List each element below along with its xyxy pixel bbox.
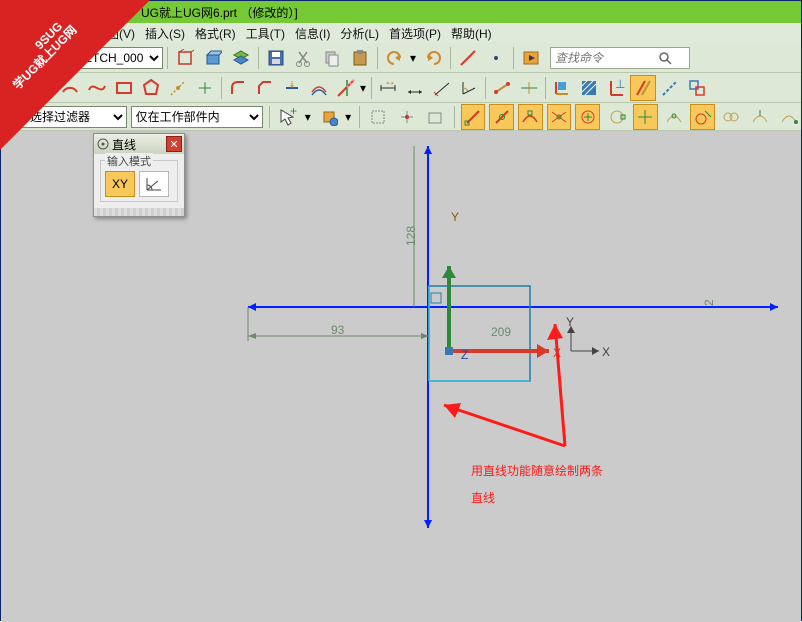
dim-rapid-icon[interactable]: ↔ — [375, 75, 401, 101]
point-tool-icon[interactable] — [192, 75, 218, 101]
fillet-icon[interactable] — [225, 75, 251, 101]
snap-quad-icon[interactable] — [604, 104, 629, 130]
constr-collinear-icon[interactable] — [489, 75, 515, 101]
arc2-icon[interactable] — [57, 75, 83, 101]
svg-text:↔: ↔ — [384, 78, 396, 88]
svg-text:128: 128 — [404, 226, 418, 246]
conv-ref-icon[interactable] — [657, 75, 683, 101]
snap-center-icon[interactable] — [575, 104, 600, 130]
snap-a-icon[interactable] — [423, 104, 448, 130]
paste-icon[interactable] — [347, 45, 373, 71]
save-icon[interactable] — [263, 45, 289, 71]
toolbar-row-1: SKETCH_000 ▾ — [1, 43, 801, 73]
spline-icon[interactable] — [84, 75, 110, 101]
snap-box-icon[interactable] — [366, 104, 391, 130]
line-red-icon[interactable] — [455, 45, 481, 71]
snap-oncrv-icon[interactable] — [662, 104, 687, 130]
snap-tan-icon[interactable] — [690, 104, 715, 130]
cube-icon[interactable] — [172, 45, 198, 71]
chamfer-icon[interactable] — [252, 75, 278, 101]
window-title: UG就上UG网6.prt （修改的）] — [141, 4, 298, 21]
svg-text:X: X — [602, 345, 610, 359]
svg-text:Y: Y — [566, 315, 574, 329]
search-icon[interactable] — [655, 48, 675, 68]
svg-text:Y: Y — [451, 210, 459, 224]
polygon-icon[interactable] — [138, 75, 164, 101]
rect-icon[interactable] — [111, 75, 137, 101]
dot-icon[interactable] — [483, 45, 509, 71]
snap-ctrl-icon[interactable] — [518, 104, 543, 130]
project-icon[interactable] — [279, 75, 305, 101]
menu-analyze[interactable]: 分析(L) — [336, 24, 383, 43]
menu-bar: 视图(V) 插入(S) 格式(R) 工具(T) 信息(I) 分析(L) 首选项(… — [1, 23, 801, 43]
trim-icon[interactable] — [333, 75, 359, 101]
undo-icon[interactable] — [382, 45, 408, 71]
menu-insert[interactable]: 插入(S) — [141, 24, 189, 43]
constr-mid-icon[interactable] — [516, 75, 542, 101]
perp-icon[interactable]: ⊥ — [603, 75, 629, 101]
svg-text:93: 93 — [331, 323, 345, 337]
snap-pole-icon[interactable] — [776, 104, 801, 130]
snap-exist-icon[interactable] — [633, 104, 658, 130]
drawing-canvas[interactable]: 直线 ✕ 输入模式 XY — [1, 131, 801, 622]
dim-align-icon[interactable] — [429, 75, 455, 101]
offset-icon[interactable] — [306, 75, 332, 101]
layers-icon[interactable] — [228, 45, 254, 71]
redo-icon[interactable] — [420, 45, 446, 71]
svg-text:用直线功能随意绘制两条: 用直线功能随意绘制两条 — [471, 463, 603, 478]
snap-pt-icon[interactable] — [394, 104, 419, 130]
close-icon[interactable]: ✕ — [166, 136, 182, 152]
toolbar-row-2: ▾ ↔ ⊥ — [1, 73, 801, 103]
line-tool-icon[interactable] — [3, 75, 29, 101]
arc-tool-icon[interactable] — [30, 75, 56, 101]
svg-text:⊥: ⊥ — [615, 78, 625, 91]
xy-mode-button[interactable]: XY — [105, 171, 135, 197]
sketch-combo[interactable]: SKETCH_000 — [63, 47, 163, 69]
snap-end-icon[interactable] — [461, 104, 486, 130]
menu-options[interactable]: 首选项(P) — [385, 24, 445, 43]
snap-2crv-icon[interactable] — [719, 104, 744, 130]
cut-icon[interactable] — [291, 45, 317, 71]
search-input[interactable] — [551, 51, 655, 65]
menu-view[interactable]: 视图(V) — [91, 24, 139, 43]
dim-angle-icon[interactable] — [456, 75, 482, 101]
svg-text:直线: 直线 — [471, 491, 495, 505]
filter-bar: 有选择过滤器 仅在工作部件内 + ▾ ▾ — [1, 103, 801, 131]
gear-icon — [96, 137, 110, 151]
snap-mid-icon[interactable] — [489, 104, 514, 130]
record-icon[interactable] — [518, 45, 544, 71]
dialog-titlebar[interactable]: 直线 ✕ — [94, 134, 184, 154]
copy-icon[interactable] — [319, 45, 345, 71]
para-icon[interactable] — [630, 75, 656, 101]
snap-near-icon[interactable] — [748, 104, 773, 130]
input-mode-label: 输入模式 — [105, 153, 153, 169]
svg-text:+: + — [290, 108, 297, 118]
command-search[interactable] — [550, 47, 690, 69]
menu-help[interactable]: 帮助(H) — [447, 24, 496, 43]
attach-icon[interactable] — [684, 75, 710, 101]
dialog-grip[interactable] — [94, 208, 184, 216]
filter-combo[interactable]: 有选择过滤器 — [13, 106, 127, 128]
view3d-icon[interactable] — [200, 45, 226, 71]
svg-text:2: 2 — [702, 299, 716, 306]
svg-text:209: 209 — [491, 325, 511, 339]
select-add-icon[interactable]: + — [276, 104, 301, 130]
line-dialog[interactable]: 直线 ✕ 输入模式 XY — [93, 133, 185, 217]
svg-text:Z: Z — [461, 348, 468, 362]
menu-format[interactable]: 格式(R) — [191, 24, 240, 43]
menu-tools[interactable]: 工具(T) — [242, 24, 289, 43]
centerline-icon[interactable] — [165, 75, 191, 101]
hatched-icon[interactable] — [576, 75, 602, 101]
polar-mode-button[interactable] — [139, 171, 169, 197]
select-feat-icon[interactable] — [316, 104, 341, 130]
title-bar: UG就上UG网6.prt （修改的）] — [1, 1, 801, 23]
dialog-title: 直线 — [112, 136, 136, 153]
constr-display-icon[interactable] — [549, 75, 575, 101]
scope-combo[interactable]: 仅在工作部件内 — [131, 106, 264, 128]
dim-horiz-icon[interactable] — [402, 75, 428, 101]
menu-info[interactable]: 信息(I) — [291, 24, 334, 43]
snap-int-icon[interactable] — [547, 104, 572, 130]
